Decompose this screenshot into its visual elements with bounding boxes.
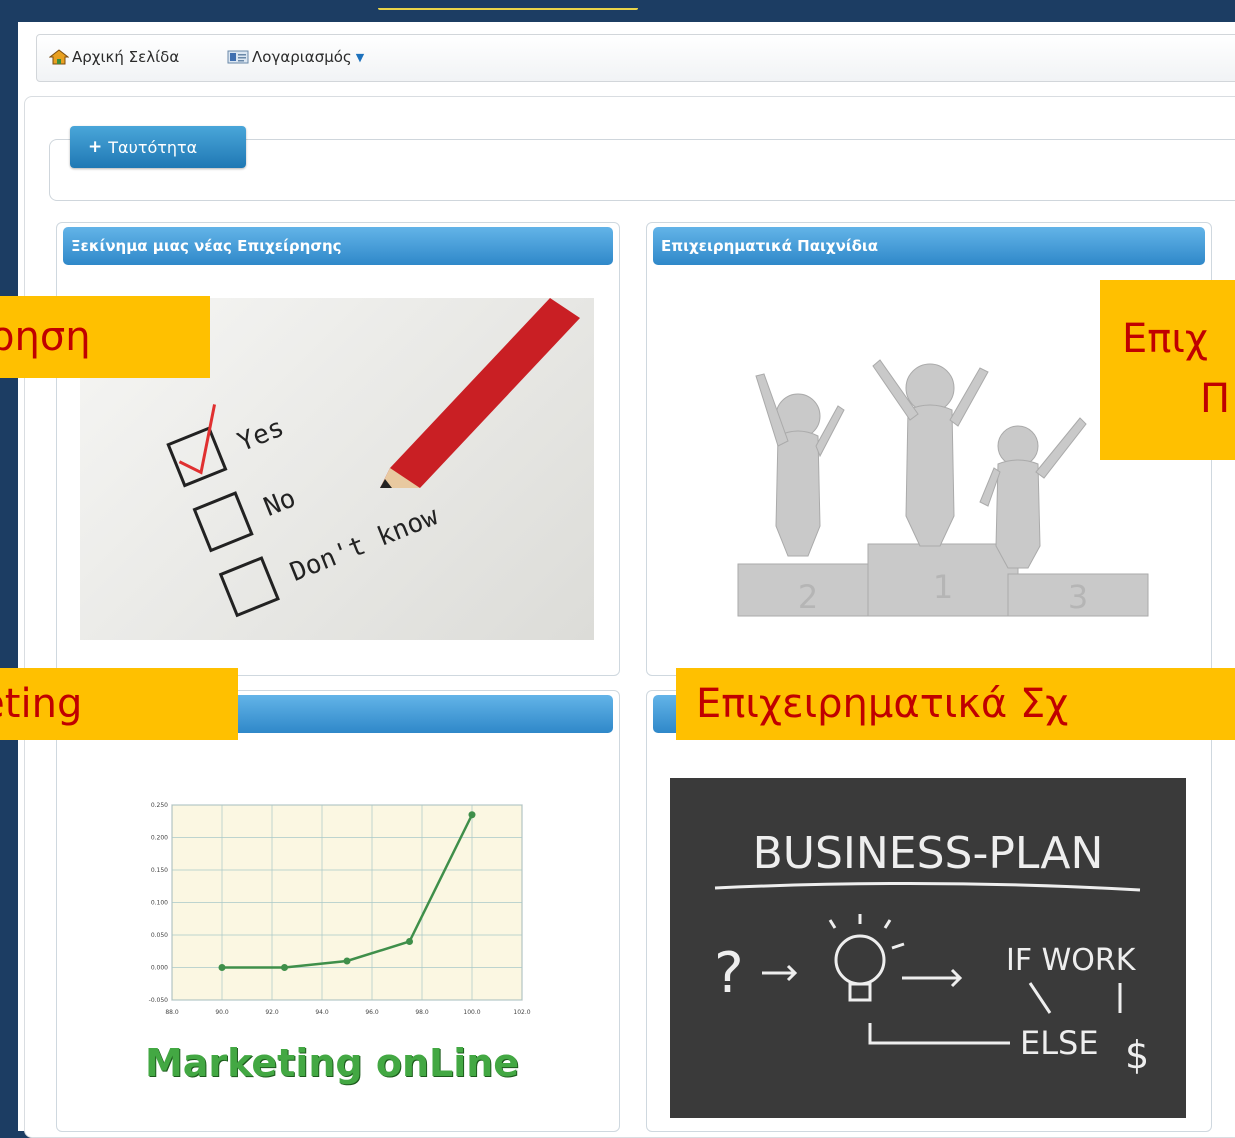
y-tick-label: 0.100 — [151, 900, 168, 907]
chalkboard-illustration: BUSINESS-PLAN ? IF WORK ELSE $ — [714, 828, 1149, 1077]
marketing-chart: 88.0 90.0 92.0 94.0 96.0 98.0 100.0 102.0 0.250 0… — [149, 802, 531, 1016]
business-plan-image[interactable]: BUSINESS-PLAN ? IF WORK ELSE $ — [670, 778, 1186, 1118]
data-point — [406, 938, 413, 945]
business-plan-title: BUSINESS-PLAN — [753, 828, 1104, 879]
marketing-image[interactable]: 88.0 90.0 92.0 94.0 96.0 98.0 100.0 102.0 0.250 0… — [122, 795, 542, 1107]
x-tick-label: 102.0 — [513, 1009, 530, 1016]
question-mark: ? — [714, 941, 744, 1006]
dollar-sign: $ — [1125, 1033, 1149, 1077]
x-tick-label: 96.0 — [365, 1009, 379, 1016]
y-tick-label: 0.250 — [151, 802, 168, 809]
data-point — [468, 811, 476, 819]
callout-marketing: rketing — [0, 668, 238, 740]
else-text: ELSE — [1020, 1024, 1099, 1062]
data-point — [218, 964, 226, 971]
x-tick-label: 92.0 — [265, 1009, 279, 1016]
y-tick-label: -0.050 — [149, 997, 169, 1004]
option-dont-know: Don't know — [286, 501, 443, 588]
data-point — [281, 964, 288, 971]
card-header: Ξεκίνημα μιας νέας Επιχείρησης — [63, 227, 613, 265]
top-navbar: Αρχική Σελίδα Λογαριασμός ▼ — [36, 34, 1235, 82]
lightbulb-icon — [828, 914, 905, 1002]
callout-text: είρηση — [0, 314, 91, 360]
x-tick-label: 98.0 — [415, 1009, 429, 1016]
place-2: 2 — [798, 578, 818, 616]
callout-business-plans: Επιχειρηματικά Σχ — [676, 668, 1235, 740]
callout-text-line1: Επιχ — [1122, 316, 1208, 362]
callout-text-line2: Π — [1200, 376, 1231, 422]
y-tick-label: 0.050 — [151, 932, 168, 939]
callout-business: είρηση — [0, 296, 210, 378]
data-point — [343, 957, 351, 965]
option-yes: Yes — [234, 413, 289, 458]
callout-text: rketing — [0, 681, 83, 727]
nav-account-label: Λογαριασμός — [252, 48, 352, 66]
home-icon — [49, 49, 69, 65]
y-tick-label: 0.000 — [151, 965, 168, 972]
x-tick-label: 94.0 — [315, 1009, 329, 1016]
pencil-icon — [380, 298, 580, 488]
nav-home-link[interactable]: Αρχική Σελίδα — [49, 46, 179, 68]
x-tick-label: 90.0 — [215, 1009, 229, 1016]
nav-account-dropdown[interactable]: Λογαριασμός ▼ — [227, 46, 364, 68]
if-work-text: IF WORK — [1006, 943, 1137, 978]
x-tick-label: 88.0 — [165, 1009, 179, 1016]
place-1: 1 — [933, 568, 953, 606]
x-tick-label: 100.0 — [463, 1009, 480, 1016]
card-header: Επιχειρηματικά Παιχνίδια — [653, 227, 1205, 265]
place-3: 3 — [1068, 578, 1088, 616]
chevron-down-icon: ▼ — [355, 50, 365, 64]
title-fragment — [378, 8, 638, 10]
y-tick-label: 0.150 — [151, 867, 168, 874]
identity-button-label: Ταυτότητα — [108, 137, 198, 157]
account-card-icon — [227, 50, 249, 64]
y-tick-label: 0.200 — [151, 835, 168, 842]
nav-home-label: Αρχική Σελίδα — [72, 48, 180, 66]
identity-button[interactable]: + Ταυτότητα — [70, 126, 246, 168]
plus-icon: + — [88, 137, 103, 157]
top-strip — [18, 8, 1235, 22]
option-no: No — [260, 483, 300, 523]
callout-games: Επιχ Π — [1100, 280, 1235, 460]
callout-text: Επιχειρηματικά Σχ — [696, 681, 1069, 727]
marketing-caption: Marketing onLine — [144, 1041, 520, 1085]
